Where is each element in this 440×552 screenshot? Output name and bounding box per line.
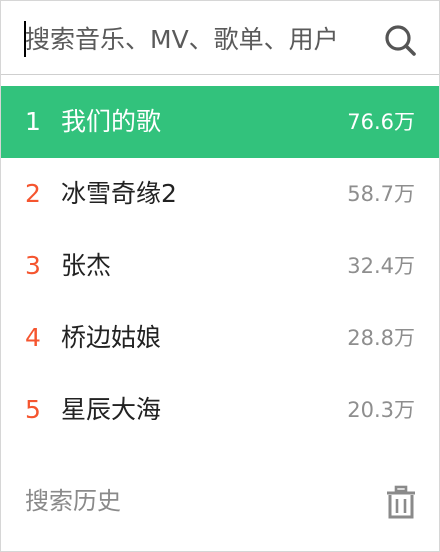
search-count: 28.8万 [347, 326, 415, 350]
hot-search-list: 1 我们的歌 76.6万 2 冰雪奇缘2 58.7万 3 张杰 32.4万 4 … [1, 86, 439, 446]
hot-search-item-2[interactable]: 2 冰雪奇缘2 58.7万 [1, 158, 439, 230]
rank-number: 2 [25, 179, 41, 208]
hot-search-title: 我们的歌 [61, 107, 162, 136]
rank-number: 5 [25, 395, 41, 424]
search-dropdown-panel: 1 我们的歌 76.6万 2 冰雪奇缘2 58.7万 3 张杰 32.4万 4 … [0, 0, 440, 552]
search-count: 76.6万 [347, 110, 415, 134]
rank-number: 4 [25, 323, 41, 352]
search-history-bar: 搜索历史 [1, 471, 439, 531]
trash-icon[interactable] [385, 485, 417, 519]
rank-number: 3 [25, 251, 41, 280]
hot-search-title: 冰雪奇缘2 [61, 179, 177, 208]
search-history-label: 搜索历史 [25, 487, 121, 515]
search-count: 20.3万 [347, 398, 415, 422]
hot-search-title: 桥边姑娘 [61, 323, 162, 352]
hot-search-item-5[interactable]: 5 星辰大海 20.3万 [1, 374, 439, 446]
hot-search-title: 星辰大海 [61, 395, 162, 424]
hot-search-title: 张杰 [61, 251, 112, 280]
search-bar [1, 1, 439, 75]
search-input[interactable] [25, 19, 375, 59]
hot-search-item-4[interactable]: 4 桥边姑娘 28.8万 [1, 302, 439, 374]
rank-number: 1 [25, 107, 41, 136]
search-count: 58.7万 [347, 182, 415, 206]
search-icon[interactable] [383, 23, 417, 57]
search-count: 32.4万 [347, 254, 415, 278]
hot-search-item-3[interactable]: 3 张杰 32.4万 [1, 230, 439, 302]
hot-search-item-1[interactable]: 1 我们的歌 76.6万 [1, 86, 439, 158]
